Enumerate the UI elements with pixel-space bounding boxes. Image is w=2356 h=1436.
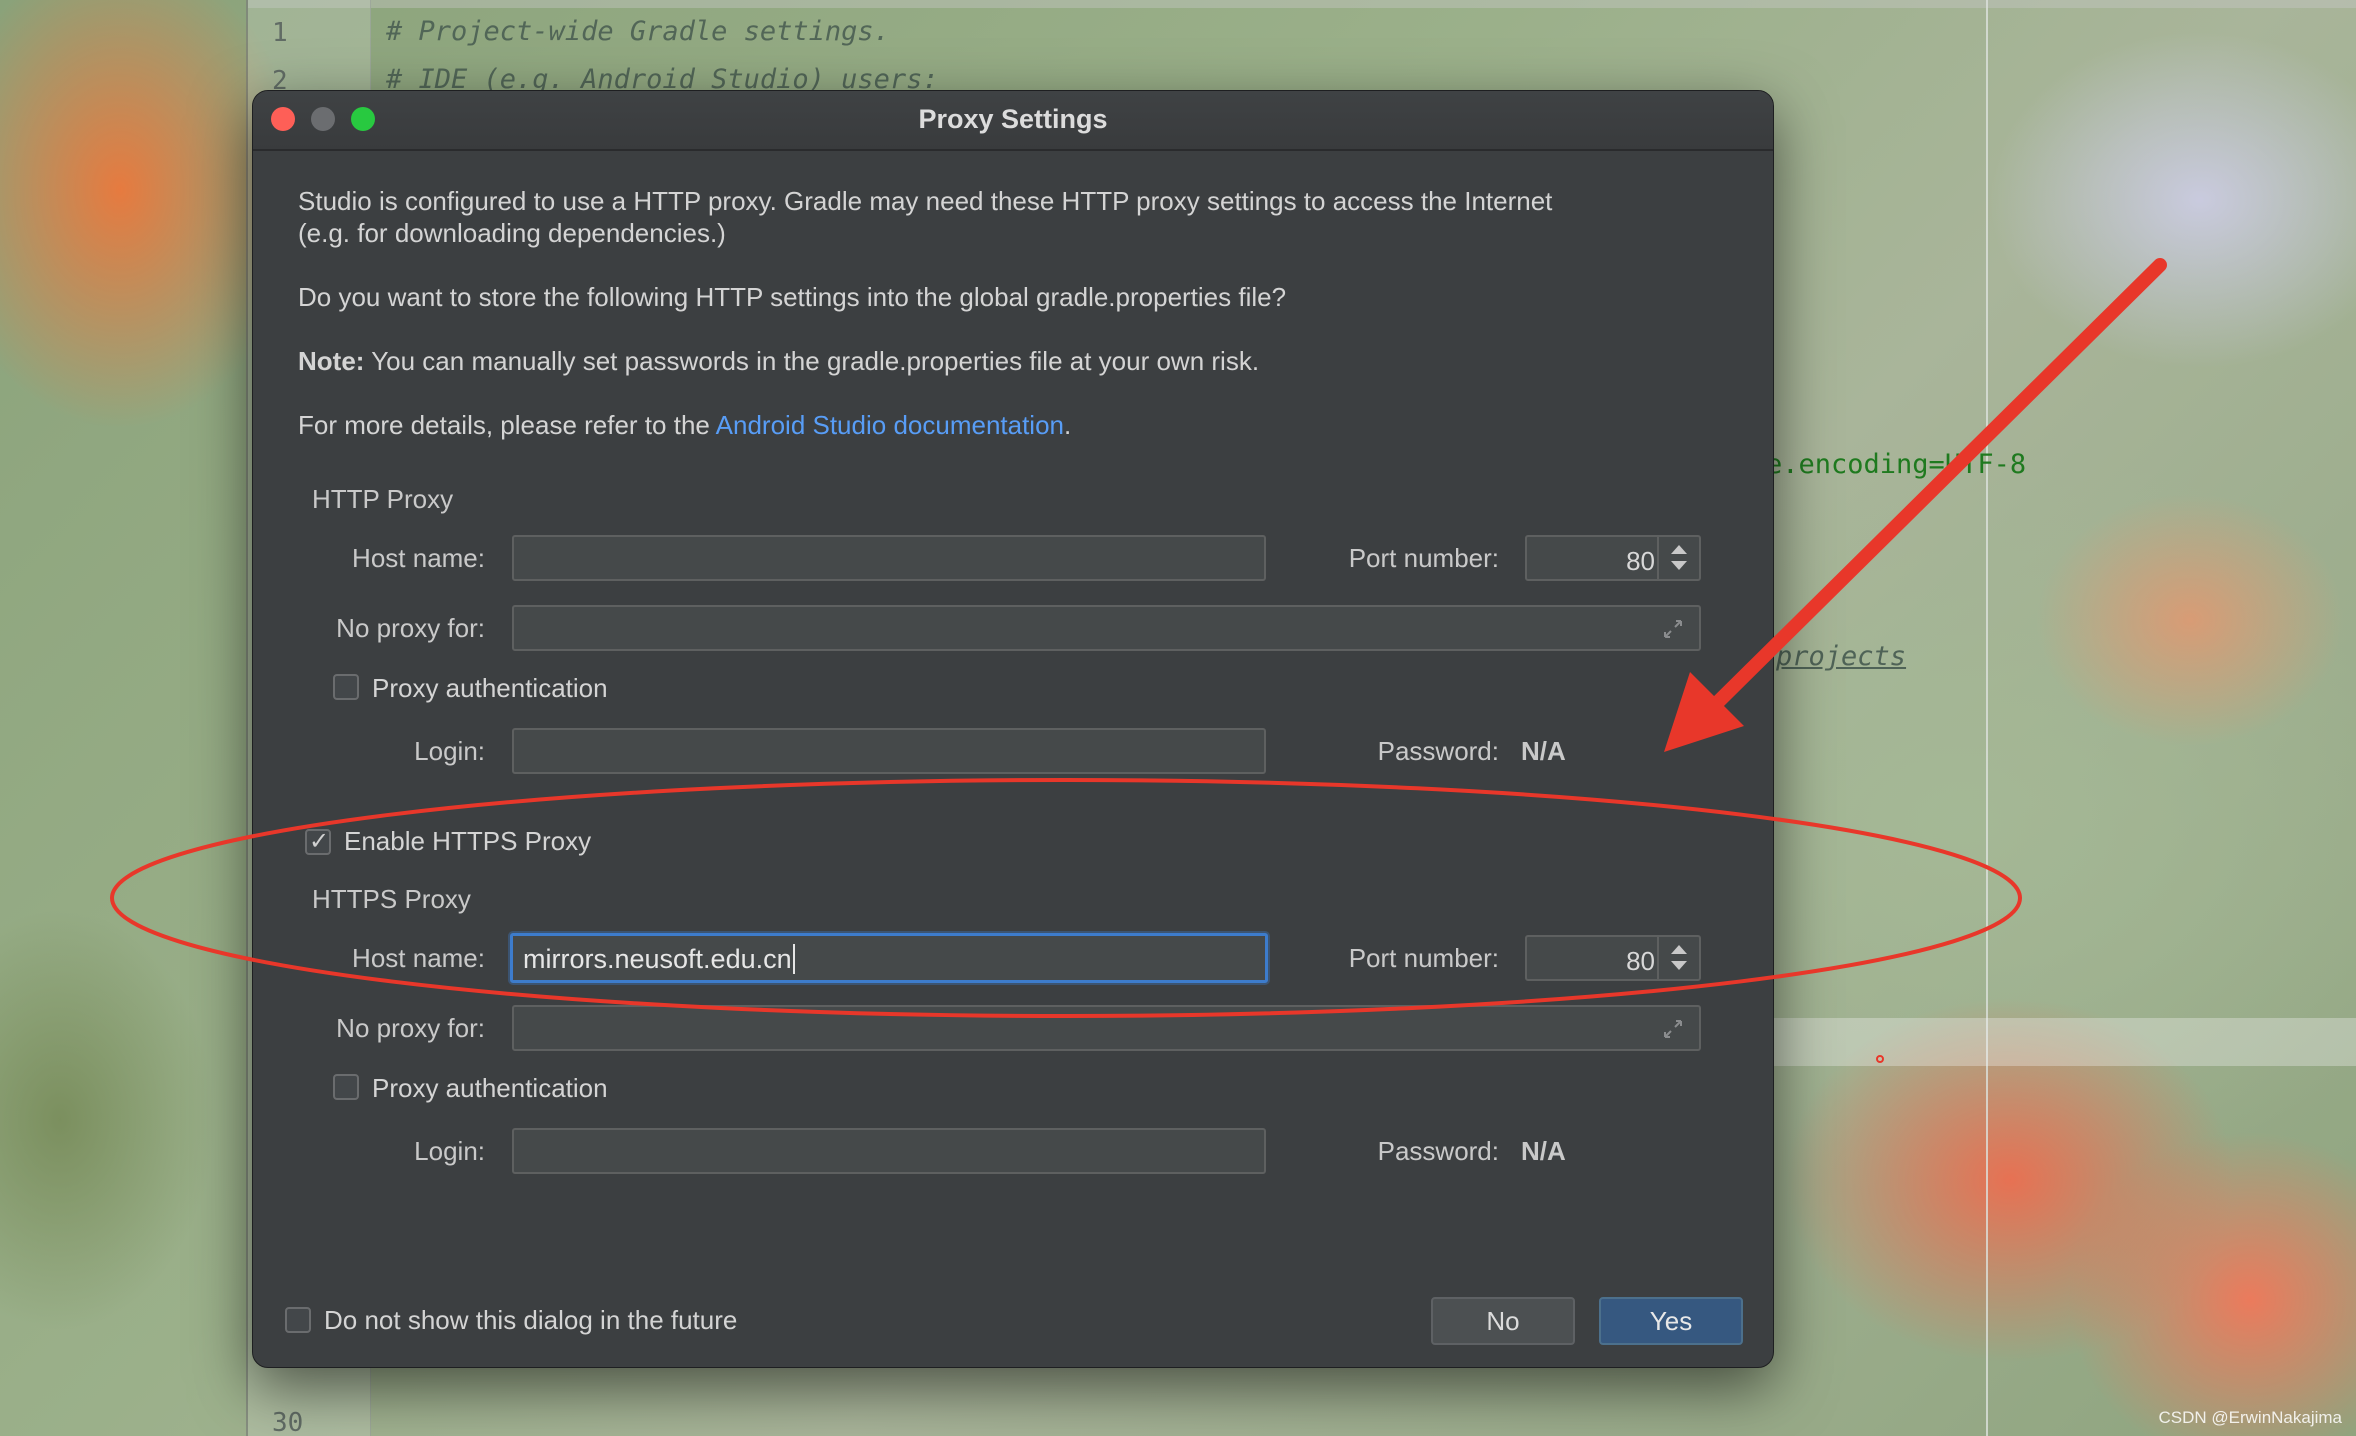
annotation-overlay	[110, 258, 2167, 1063]
annotation-dot	[1876, 1055, 1884, 1063]
annotation-ellipse	[110, 778, 2022, 1018]
annotation-arrow-shaft	[1709, 258, 2167, 711]
